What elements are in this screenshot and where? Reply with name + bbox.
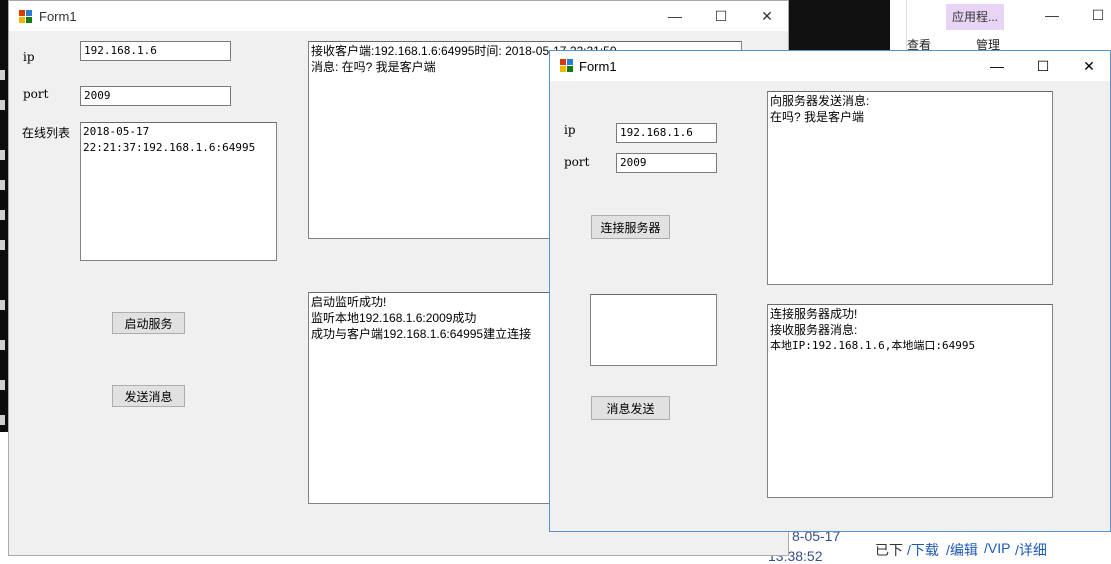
client-port-label: port <box>564 155 590 169</box>
console-text <box>0 380 8 390</box>
console-text <box>0 340 8 350</box>
app-tools-tab[interactable]: 应用程... <box>946 4 1004 30</box>
client-ip-input[interactable]: 192.168.1.6 <box>616 123 717 143</box>
client-form-titlebar[interactable]: Form1 — ☐ ✕ <box>550 51 1110 81</box>
client-status-line: 接收服务器消息: <box>770 323 858 337</box>
background-link-edit[interactable]: /编辑 <box>946 540 978 560</box>
server-ip-input[interactable]: 192.168.1.6 <box>80 41 231 61</box>
send-log-line: 向服务器发送消息: <box>770 94 870 108</box>
form-app-icon <box>19 10 33 24</box>
console-text <box>0 300 8 310</box>
send-message-button[interactable]: 发送消息 <box>112 385 185 407</box>
client-message-input[interactable] <box>590 294 717 366</box>
client-form-title: Form1 <box>579 59 617 74</box>
client-close-icon[interactable]: ✕ <box>1066 51 1111 81</box>
console-text <box>0 240 8 250</box>
form-app-icon <box>560 59 574 73</box>
client-ip-label: ip <box>564 123 576 137</box>
explorer-maximize-icon[interactable]: ☐ <box>1075 0 1111 30</box>
client-form-window: Form1 — ☐ ✕ ip 192.168.1.6 port 2009 连接服… <box>549 50 1111 532</box>
background-link-detail[interactable]: /详细 <box>1015 540 1047 560</box>
console-text <box>0 210 8 220</box>
console-text <box>0 150 8 160</box>
online-list-label: 在线列表 <box>22 126 71 140</box>
explorer-minimize-icon[interactable]: — <box>1029 0 1075 30</box>
explorer-window: 查看 管理 — ☐ <box>906 0 1111 52</box>
server-form-titlebar[interactable]: Form1 — ☐ ✕ <box>9 1 788 31</box>
console-text <box>0 180 8 190</box>
client-send-button[interactable]: 消息发送 <box>591 396 670 420</box>
client-send-log[interactable]: 向服务器发送消息: 在吗? 我是客户端 <box>767 91 1053 285</box>
console-text <box>0 70 8 80</box>
server-minimize-icon[interactable]: — <box>652 1 698 31</box>
background-link-vip[interactable]: /VIP <box>984 540 1010 556</box>
client-minimize-icon[interactable]: — <box>974 51 1020 81</box>
background-link-download[interactable]: /下载 <box>907 540 939 560</box>
send-log-line: 在吗? 我是客户端 <box>770 110 865 124</box>
console-window-edge <box>0 0 8 432</box>
online-list-item[interactable]: 22:21:37:192.168.1.6:64995 <box>83 140 274 156</box>
client-status-log[interactable]: 连接服务器成功! 接收服务器消息: 本地IP:192.168.1.6,本地端口:… <box>767 304 1053 498</box>
client-port-input[interactable]: 2009 <box>616 153 717 173</box>
online-list-item[interactable]: 2018-05-17 <box>83 124 274 140</box>
client-status-line: 本地IP:192.168.1.6,本地端口:64995 <box>770 339 976 352</box>
client-status-line: 连接服务器成功! <box>770 307 858 321</box>
start-service-button[interactable]: 启动服务 <box>112 312 185 334</box>
background-status: 已下 <box>875 542 903 558</box>
console-text <box>0 415 8 425</box>
background-dark-window <box>788 0 890 50</box>
client-maximize-icon[interactable]: ☐ <box>1020 51 1066 81</box>
server-port-input[interactable]: 2009 <box>80 86 231 106</box>
console-text <box>0 100 8 110</box>
server-form-title: Form1 <box>39 9 77 24</box>
online-client-list[interactable]: 2018-05-17 22:21:37:192.168.1.6:64995 <box>80 122 277 261</box>
server-maximize-icon[interactable]: ☐ <box>698 1 744 31</box>
server-ip-label: ip <box>23 50 35 64</box>
server-port-label: port <box>23 87 49 101</box>
server-close-icon[interactable]: ✕ <box>744 1 790 31</box>
connect-server-button[interactable]: 连接服务器 <box>591 215 670 239</box>
